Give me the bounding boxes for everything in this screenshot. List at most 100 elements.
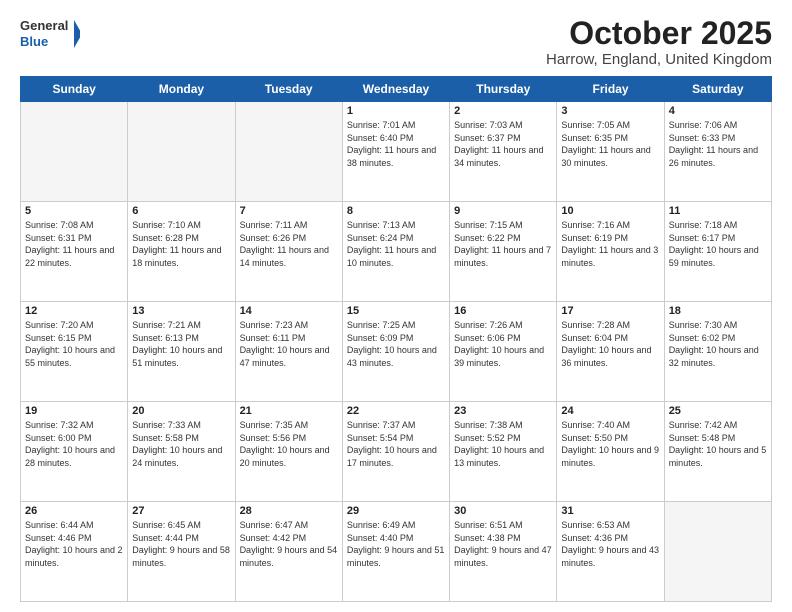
day-number: 31 — [561, 505, 659, 517]
day-number: 30 — [454, 505, 552, 517]
calendar-header-row: Sunday Monday Tuesday Wednesday Thursday… — [21, 77, 772, 102]
header-friday: Friday — [557, 77, 664, 102]
day-info: Sunrise: 7:11 AMSunset: 6:26 PMDaylight:… — [240, 220, 329, 268]
table-row: 28 Sunrise: 6:47 AMSunset: 4:42 PMDaylig… — [235, 502, 342, 602]
table-row: 3 Sunrise: 7:05 AMSunset: 6:35 PMDayligh… — [557, 102, 664, 202]
header-sunday: Sunday — [21, 77, 128, 102]
table-row: 16 Sunrise: 7:26 AMSunset: 6:06 PMDaylig… — [450, 302, 557, 402]
day-info: Sunrise: 7:25 AMSunset: 6:09 PMDaylight:… — [347, 320, 437, 368]
day-number: 2 — [454, 105, 552, 117]
day-number: 21 — [240, 405, 338, 417]
day-number: 17 — [561, 305, 659, 317]
day-number: 9 — [454, 205, 552, 217]
day-info: Sunrise: 7:20 AMSunset: 6:15 PMDaylight:… — [25, 320, 115, 368]
table-row: 20 Sunrise: 7:33 AMSunset: 5:58 PMDaylig… — [128, 402, 235, 502]
table-row — [21, 102, 128, 202]
day-info: Sunrise: 7:01 AMSunset: 6:40 PMDaylight:… — [347, 120, 436, 168]
table-row: 12 Sunrise: 7:20 AMSunset: 6:15 PMDaylig… — [21, 302, 128, 402]
day-number: 19 — [25, 405, 123, 417]
table-row: 13 Sunrise: 7:21 AMSunset: 6:13 PMDaylig… — [128, 302, 235, 402]
logo-svg: General Blue — [20, 16, 80, 52]
header-monday: Monday — [128, 77, 235, 102]
calendar-week-row: 5 Sunrise: 7:08 AMSunset: 6:31 PMDayligh… — [21, 202, 772, 302]
day-info: Sunrise: 6:53 AMSunset: 4:36 PMDaylight:… — [561, 520, 659, 568]
table-row — [664, 502, 771, 602]
header-thursday: Thursday — [450, 77, 557, 102]
day-info: Sunrise: 6:44 AMSunset: 4:46 PMDaylight:… — [25, 520, 123, 568]
day-info: Sunrise: 6:51 AMSunset: 4:38 PMDaylight:… — [454, 520, 552, 568]
table-row: 7 Sunrise: 7:11 AMSunset: 6:26 PMDayligh… — [235, 202, 342, 302]
day-number: 7 — [240, 205, 338, 217]
table-row: 21 Sunrise: 7:35 AMSunset: 5:56 PMDaylig… — [235, 402, 342, 502]
day-number: 13 — [132, 305, 230, 317]
table-row: 31 Sunrise: 6:53 AMSunset: 4:36 PMDaylig… — [557, 502, 664, 602]
day-info: Sunrise: 7:42 AMSunset: 5:48 PMDaylight:… — [669, 420, 767, 468]
page: General Blue October 2025 Harrow, Englan… — [0, 0, 792, 612]
day-info: Sunrise: 7:33 AMSunset: 5:58 PMDaylight:… — [132, 420, 222, 468]
table-row: 29 Sunrise: 6:49 AMSunset: 4:40 PMDaylig… — [342, 502, 449, 602]
day-number: 23 — [454, 405, 552, 417]
day-number: 16 — [454, 305, 552, 317]
table-row: 9 Sunrise: 7:15 AMSunset: 6:22 PMDayligh… — [450, 202, 557, 302]
table-row: 24 Sunrise: 7:40 AMSunset: 5:50 PMDaylig… — [557, 402, 664, 502]
calendar-table: Sunday Monday Tuesday Wednesday Thursday… — [20, 76, 772, 602]
table-row: 23 Sunrise: 7:38 AMSunset: 5:52 PMDaylig… — [450, 402, 557, 502]
day-info: Sunrise: 7:18 AMSunset: 6:17 PMDaylight:… — [669, 220, 759, 268]
table-row: 27 Sunrise: 6:45 AMSunset: 4:44 PMDaylig… — [128, 502, 235, 602]
title-block: October 2025 Harrow, England, United Kin… — [546, 16, 772, 68]
day-number: 24 — [561, 405, 659, 417]
day-number: 27 — [132, 505, 230, 517]
calendar-week-row: 26 Sunrise: 6:44 AMSunset: 4:46 PMDaylig… — [21, 502, 772, 602]
table-row: 1 Sunrise: 7:01 AMSunset: 6:40 PMDayligh… — [342, 102, 449, 202]
day-info: Sunrise: 7:28 AMSunset: 6:04 PMDaylight:… — [561, 320, 651, 368]
title-location: Harrow, England, United Kingdom — [546, 51, 772, 68]
table-row: 19 Sunrise: 7:32 AMSunset: 6:00 PMDaylig… — [21, 402, 128, 502]
header-tuesday: Tuesday — [235, 77, 342, 102]
table-row: 11 Sunrise: 7:18 AMSunset: 6:17 PMDaylig… — [664, 202, 771, 302]
day-info: Sunrise: 7:37 AMSunset: 5:54 PMDaylight:… — [347, 420, 437, 468]
title-month: October 2025 — [546, 16, 772, 51]
day-number: 11 — [669, 205, 767, 217]
day-info: Sunrise: 7:32 AMSunset: 6:00 PMDaylight:… — [25, 420, 115, 468]
svg-text:General: General — [20, 18, 68, 33]
day-number: 5 — [25, 205, 123, 217]
day-info: Sunrise: 7:03 AMSunset: 6:37 PMDaylight:… — [454, 120, 543, 168]
day-number: 25 — [669, 405, 767, 417]
table-row: 26 Sunrise: 6:44 AMSunset: 4:46 PMDaylig… — [21, 502, 128, 602]
day-info: Sunrise: 6:47 AMSunset: 4:42 PMDaylight:… — [240, 520, 338, 568]
day-number: 12 — [25, 305, 123, 317]
svg-text:Blue: Blue — [20, 34, 48, 49]
table-row: 5 Sunrise: 7:08 AMSunset: 6:31 PMDayligh… — [21, 202, 128, 302]
day-info: Sunrise: 7:21 AMSunset: 6:13 PMDaylight:… — [132, 320, 222, 368]
day-number: 10 — [561, 205, 659, 217]
header-saturday: Saturday — [664, 77, 771, 102]
day-info: Sunrise: 7:38 AMSunset: 5:52 PMDaylight:… — [454, 420, 544, 468]
day-info: Sunrise: 7:40 AMSunset: 5:50 PMDaylight:… — [561, 420, 659, 468]
table-row: 2 Sunrise: 7:03 AMSunset: 6:37 PMDayligh… — [450, 102, 557, 202]
day-info: Sunrise: 7:06 AMSunset: 6:33 PMDaylight:… — [669, 120, 758, 168]
day-number: 29 — [347, 505, 445, 517]
day-number: 3 — [561, 105, 659, 117]
calendar-week-row: 1 Sunrise: 7:01 AMSunset: 6:40 PMDayligh… — [21, 102, 772, 202]
table-row — [128, 102, 235, 202]
day-info: Sunrise: 7:10 AMSunset: 6:28 PMDaylight:… — [132, 220, 221, 268]
table-row: 14 Sunrise: 7:23 AMSunset: 6:11 PMDaylig… — [235, 302, 342, 402]
calendar-week-row: 12 Sunrise: 7:20 AMSunset: 6:15 PMDaylig… — [21, 302, 772, 402]
table-row: 4 Sunrise: 7:06 AMSunset: 6:33 PMDayligh… — [664, 102, 771, 202]
day-info: Sunrise: 6:45 AMSunset: 4:44 PMDaylight:… — [132, 520, 230, 568]
table-row: 18 Sunrise: 7:30 AMSunset: 6:02 PMDaylig… — [664, 302, 771, 402]
table-row: 17 Sunrise: 7:28 AMSunset: 6:04 PMDaylig… — [557, 302, 664, 402]
day-number: 28 — [240, 505, 338, 517]
day-info: Sunrise: 7:15 AMSunset: 6:22 PMDaylight:… — [454, 220, 551, 268]
day-number: 22 — [347, 405, 445, 417]
day-number: 26 — [25, 505, 123, 517]
day-info: Sunrise: 7:26 AMSunset: 6:06 PMDaylight:… — [454, 320, 544, 368]
day-info: Sunrise: 7:08 AMSunset: 6:31 PMDaylight:… — [25, 220, 114, 268]
day-number: 4 — [669, 105, 767, 117]
day-info: Sunrise: 7:30 AMSunset: 6:02 PMDaylight:… — [669, 320, 759, 368]
calendar-week-row: 19 Sunrise: 7:32 AMSunset: 6:00 PMDaylig… — [21, 402, 772, 502]
logo: General Blue — [20, 16, 80, 52]
day-info: Sunrise: 7:35 AMSunset: 5:56 PMDaylight:… — [240, 420, 330, 468]
day-info: Sunrise: 7:13 AMSunset: 6:24 PMDaylight:… — [347, 220, 436, 268]
day-number: 8 — [347, 205, 445, 217]
